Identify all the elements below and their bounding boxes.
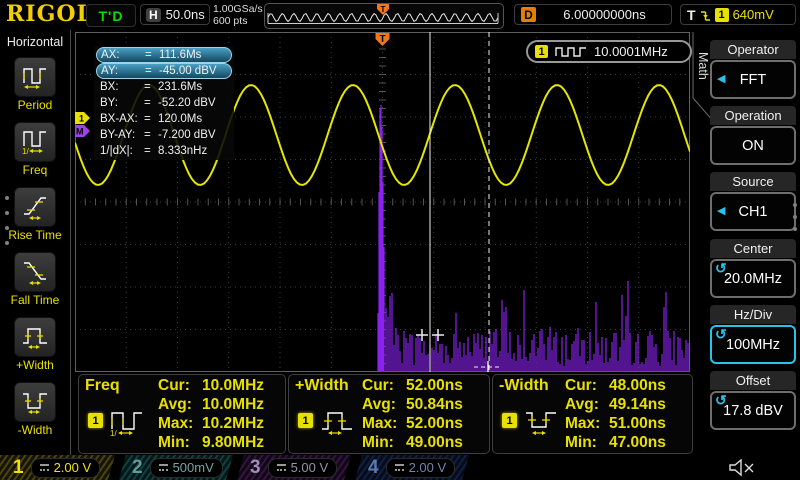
rigol-logo: RIGOL <box>6 1 93 27</box>
cursor-row-ay: AY: = -45.00 dBV <box>96 63 232 79</box>
measure-panel-freq: Freq 1 1/ Cur:10.0MHz Avg:10.0MHz Max:10… <box>78 374 286 454</box>
counter-channel-badge: 1 <box>535 45 548 58</box>
svg-text:T: T <box>379 34 385 45</box>
coupling-dc-icon <box>159 464 168 471</box>
square-wave-icon <box>554 46 588 58</box>
menu-item-operation[interactable]: Operation ON <box>710 106 796 165</box>
cursor-row-ax: AX: = 111.6Ms <box>96 47 232 63</box>
trigger-key-label: T <box>687 7 696 23</box>
cursor-row-bx: BX: = 231.6Ms <box>96 79 232 95</box>
waveform-preview-bar[interactable]: T <box>264 3 504 29</box>
freq-measure-icon: 1/ <box>109 407 145 437</box>
scroll-dot <box>5 226 9 230</box>
rise-time-icon <box>21 193 49 221</box>
fall-time-icon <box>21 258 49 286</box>
menu-item-hzdiv[interactable]: Hz/Div ↺ 100MHz <box>710 305 796 364</box>
freq-icon: 1/ <box>21 128 49 156</box>
plus-width-icon <box>21 323 49 351</box>
coupling-dc-icon <box>40 464 49 471</box>
trigger-delay-button[interactable]: D 6.00000000ns <box>514 4 672 25</box>
timebase-value: 50.0ns <box>166 7 205 22</box>
left-menu-title: Horizontal <box>2 35 68 49</box>
scroll-dot <box>5 211 9 215</box>
preview-waveform-icon: T <box>265 4 501 26</box>
channel-2-status[interactable]: 2 500mV <box>119 455 233 480</box>
trigger-status-badge: T'D <box>86 4 136 27</box>
cursor-row-bxax: BX-AX: = 120.0Ms <box>96 111 232 127</box>
channel-3-status[interactable]: 3 5.00 V <box>237 455 351 480</box>
scroll-dot <box>5 196 9 200</box>
measure-panel-nwidth: -Width 1 Cur:48.00ns Avg:49.14ns Max:51.… <box>492 374 693 454</box>
menu-item-rise-time[interactable]: Rise Time <box>0 187 70 242</box>
menu-item-offset[interactable]: Offset ↺ 17.8 dBV <box>710 371 796 430</box>
period-icon <box>21 63 49 91</box>
trigger-source-badge: 1 <box>715 8 729 22</box>
cursor-row-invdx: 1/|dX|: = 8.333nHz <box>96 143 232 159</box>
h-key-label: H <box>146 8 161 22</box>
channel-4-status[interactable]: 4 2.00 V <box>355 455 469 480</box>
cursor-row-byay: BY-AY: = -7.200 dBV <box>96 127 232 143</box>
horizontal-measure-menu: Horizontal Period 1/ Freq Rise Time <box>0 30 71 455</box>
minus-width-icon <box>21 388 49 416</box>
measure-panel-pwidth: +Width 1 Cur:52.00ns Avg:50.84ns Max:52.… <box>288 374 490 454</box>
coupling-dc-icon <box>395 464 404 471</box>
scroll-dot <box>793 203 797 207</box>
svg-text:M: M <box>76 127 84 137</box>
channel-badge: 1 <box>88 413 103 428</box>
scroll-dot <box>793 215 797 219</box>
left-arrow-icon: ◀ <box>717 72 725 85</box>
horizontal-timebase-button[interactable]: H 50.0ns <box>140 4 210 25</box>
knob-rotate-icon: ↺ <box>715 326 727 343</box>
counter-frequency-value: 10.0001MHz <box>594 44 668 59</box>
math-tab: Math <box>696 52 710 80</box>
cursor-row-by: BY: = -52.20 dBV <box>96 95 232 111</box>
menu-item-freq[interactable]: 1/ Freq <box>0 122 70 177</box>
knob-rotate-icon: ↺ <box>715 260 727 277</box>
sound-muted-icon <box>728 459 758 477</box>
sample-rate: 1.00GSa/s <box>213 3 263 15</box>
svg-text:1/: 1/ <box>110 429 117 437</box>
frequency-counter-readout: 1 10.0001MHz <box>526 40 692 63</box>
trigger-settings-button[interactable]: T 1 640mV <box>680 4 796 25</box>
svg-text:T: T <box>381 5 386 14</box>
channel-status-bar: 1 2.00 V 2 500mV 3 5.00 V 4 2.00 V <box>0 455 800 480</box>
delay-value: 6.00000000ns <box>544 7 665 22</box>
svg-text:1/: 1/ <box>22 147 29 156</box>
channel-badge: 1 <box>502 413 517 428</box>
falling-edge-icon <box>700 8 711 22</box>
menu-item-nwidth[interactable]: -Width <box>0 382 70 437</box>
svg-text:1: 1 <box>79 114 84 124</box>
channel-1-status[interactable]: 1 2.00 V <box>0 455 115 480</box>
pwidth-measure-icon <box>319 407 355 437</box>
left-arrow-icon: ◀ <box>717 204 725 217</box>
memory-points: 600 pts <box>213 15 263 27</box>
menu-item-fall-time[interactable]: Fall Time <box>0 252 70 307</box>
scroll-dot <box>793 227 797 231</box>
menu-item-source[interactable]: Source ◀ CH1 <box>710 172 796 231</box>
coupling-dc-icon <box>277 464 286 471</box>
delay-key-label: D <box>521 7 536 22</box>
menu-item-center[interactable]: Center ↺ 20.0MHz <box>710 239 796 298</box>
menu-item-operator[interactable]: Operator ◀ FFT <box>710 40 796 99</box>
menu-item-period[interactable]: Period <box>0 57 70 112</box>
scroll-dot <box>5 241 9 245</box>
trigger-level-value: 640mV <box>733 7 774 22</box>
cursor-measurement-box: AX: = 111.6Ms AY: = -45.00 dBV BX: = 231… <box>94 46 234 160</box>
sample-rate-readout: 1.00GSa/s 600 pts <box>213 3 263 27</box>
channel-badge: 1 <box>298 413 313 428</box>
menu-item-pwidth[interactable]: +Width <box>0 317 70 372</box>
knob-rotate-icon: ↺ <box>715 392 727 409</box>
nwidth-measure-icon <box>523 407 559 437</box>
